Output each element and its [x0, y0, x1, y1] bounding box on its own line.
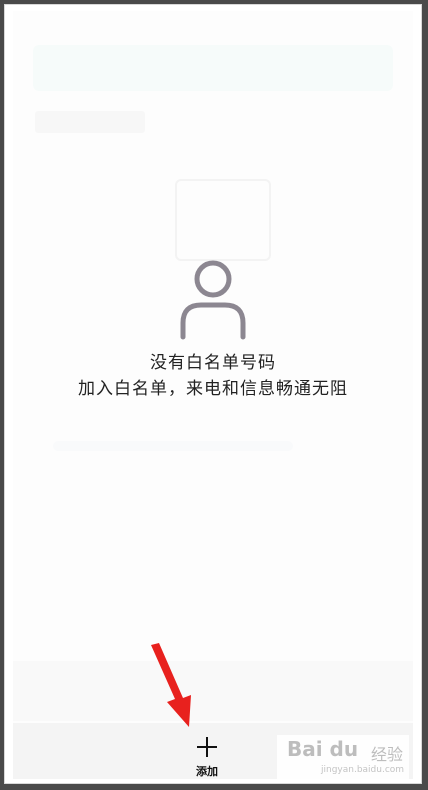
add-button-label: 添加 — [196, 765, 218, 778]
watermark-cn-text: 经验 — [371, 745, 404, 764]
faded-background-bar — [33, 45, 393, 91]
faded-background-bottom — [13, 661, 413, 721]
add-button[interactable]: 添加 — [181, 731, 233, 778]
baidu-watermark: Bai du 经验 jingyan.baidu.com — [277, 735, 409, 781]
watermark-logo: Bai du — [287, 737, 359, 761]
red-arrow-annotation — [151, 643, 191, 727]
phone-frame: 没有白名单号码 加入白名单，来电和信息畅通无阻 添加 Bai du 经验 jin… — [4, 4, 422, 784]
faded-background-line — [53, 441, 293, 451]
empty-state-title: 没有白名单号码 — [150, 353, 276, 373]
watermark-url: jingyan.baidu.com — [321, 765, 405, 775]
person-outline-icon — [180, 260, 246, 340]
empty-state: 没有白名单号码 加入白名单，来电和信息畅通无阻 — [13, 257, 413, 401]
plus-icon — [197, 737, 217, 757]
screen: 没有白名单号码 加入白名单，来电和信息畅通无阻 — [13, 11, 413, 779]
faded-background-title — [35, 111, 145, 133]
faded-background-box — [175, 179, 271, 261]
empty-state-subtitle: 加入白名单，来电和信息畅通无阻 — [78, 379, 348, 399]
